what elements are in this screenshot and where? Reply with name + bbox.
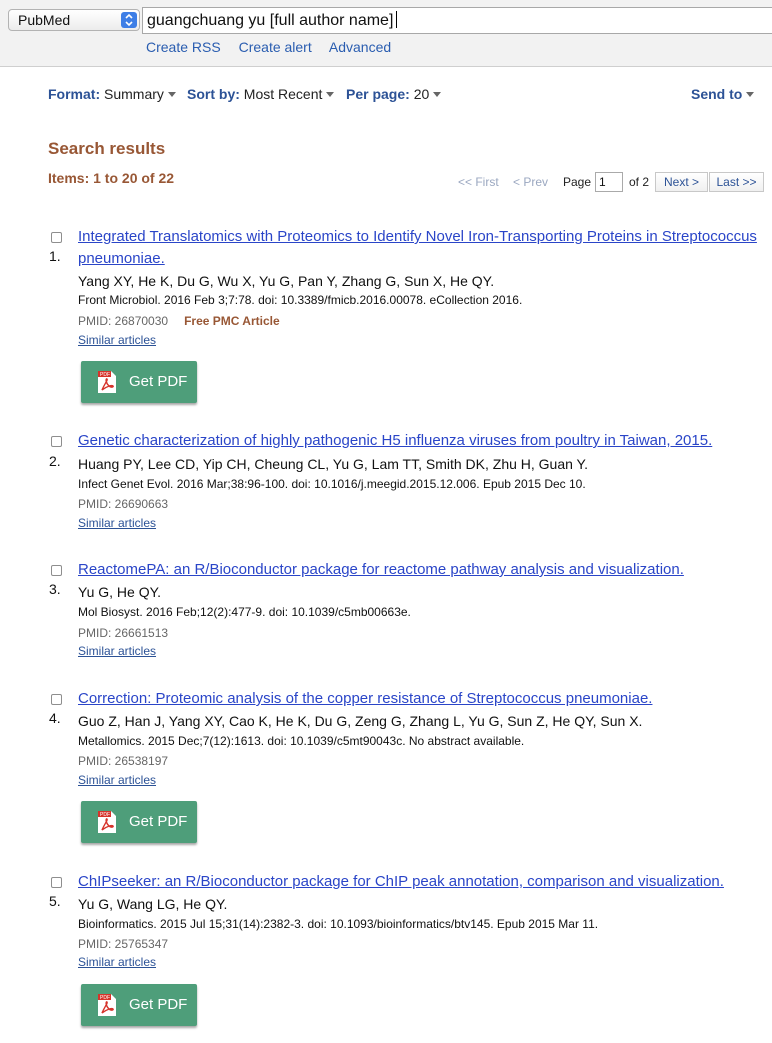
- similar-articles-link[interactable]: Similar articles: [78, 333, 156, 347]
- result-checkbox[interactable]: [51, 694, 62, 705]
- result-pmid-row: PMID: 26690663: [78, 497, 168, 511]
- advanced-search-link[interactable]: Advanced: [329, 39, 391, 55]
- per-page-dropdown[interactable]: Per page: 20: [346, 86, 442, 102]
- dropdown-triangle-icon: [326, 92, 335, 97]
- similar-articles-link[interactable]: Similar articles: [78, 773, 156, 787]
- result-title-link[interactable]: Genetic characterization of highly patho…: [78, 430, 763, 452]
- send-to-label: Send to: [691, 86, 743, 102]
- format-label: Format:: [48, 86, 101, 102]
- next-page-button[interactable]: Next >: [655, 172, 708, 192]
- result-authors: Yu G, Wang LG, He QY.: [78, 896, 228, 912]
- database-select[interactable]: PubMed: [8, 9, 140, 31]
- dropdown-triangle-icon: [433, 92, 442, 97]
- result-pmid: PMID: 25765347: [78, 937, 169, 951]
- result-pmid-row: PMID: 25765347: [78, 937, 168, 951]
- dropdown-triangle-icon: [746, 92, 755, 97]
- result-number: 3.: [49, 581, 61, 597]
- result-authors: Guo Z, Han J, Yang XY, Cao K, He K, Du G…: [78, 713, 643, 729]
- result-item: 4. Correction: Proteomic analysis of the…: [48, 690, 768, 850]
- result-citation: Mol Biosyst. 2016 Feb;12(2):477-9. doi: …: [78, 605, 411, 619]
- pdf-file-icon: PDF: [98, 371, 116, 393]
- result-item: 5. ChIPseeker: an R/Bioconductor package…: [48, 873, 768, 1033]
- per-page-value: 20: [413, 86, 430, 102]
- result-pmid: PMID: 26661513: [78, 626, 169, 640]
- first-page-link[interactable]: << First: [458, 172, 499, 192]
- result-checkbox[interactable]: [51, 436, 62, 447]
- page-label: Page: [563, 175, 592, 189]
- result-citation: Infect Genet Evol. 2016 Mar;38:96-100. d…: [78, 477, 586, 491]
- get-pdf-label: Get PDF: [129, 813, 188, 830]
- create-rss-link[interactable]: Create RSS: [146, 39, 221, 55]
- result-item: 2. Genetic characterization of highly pa…: [48, 432, 768, 532]
- dropdown-triangle-icon: [167, 92, 176, 97]
- result-authors: Yang XY, He K, Du G, Wu X, Yu G, Pan Y, …: [78, 273, 495, 289]
- result-citation: Bioinformatics. 2015 Jul 15;31(14):2382-…: [78, 917, 599, 931]
- search-bar: PubMed guangchuang yu [full author name]…: [0, 0, 772, 67]
- svg-text:PDF: PDF: [100, 372, 110, 378]
- similar-articles-link[interactable]: Similar articles: [78, 955, 156, 969]
- result-authors: Huang PY, Lee CD, Yip CH, Cheung CL, Yu …: [78, 456, 588, 472]
- send-to-dropdown[interactable]: Send to: [691, 86, 755, 102]
- text-caret: [396, 11, 398, 28]
- free-pmc-article-badge: Free PMC Article: [184, 314, 280, 328]
- page-number-input[interactable]: 1: [595, 172, 623, 192]
- sort-label: Sort by:: [187, 86, 240, 102]
- search-sublinks: Create RSS Create alert Advanced: [146, 39, 405, 55]
- format-value: Summary: [104, 86, 164, 102]
- pdf-file-icon: PDF: [98, 811, 116, 833]
- result-number: 5.: [49, 893, 61, 909]
- result-checkbox[interactable]: [51, 565, 62, 576]
- result-pmid-row: PMID: 26870030 Free PMC Article: [78, 314, 280, 328]
- result-pmid: PMID: 26538197: [78, 754, 169, 768]
- up-down-arrows-icon: [121, 12, 137, 28]
- sort-dropdown[interactable]: Sort by: Most Recent: [187, 86, 335, 102]
- get-pdf-button[interactable]: PDF Get PDF: [81, 984, 197, 1026]
- result-number: 1.: [49, 248, 61, 264]
- svg-text:PDF: PDF: [100, 995, 110, 1001]
- svg-text:PDF: PDF: [100, 812, 110, 818]
- search-query-text: guangchuang yu [full author name]: [147, 12, 394, 29]
- last-page-button[interactable]: Last >>: [709, 172, 764, 192]
- search-input[interactable]: guangchuang yu [full author name]: [142, 7, 772, 34]
- result-number: 4.: [49, 710, 61, 726]
- result-citation: Front Microbiol. 2016 Feb 3;7:78. doi: 1…: [78, 293, 523, 307]
- result-item: 1. Integrated Translatomics with Proteom…: [48, 228, 768, 408]
- per-page-label: Per page:: [346, 86, 410, 102]
- get-pdf-label: Get PDF: [129, 996, 188, 1013]
- create-alert-link[interactable]: Create alert: [239, 39, 312, 55]
- similar-articles-link[interactable]: Similar articles: [78, 516, 156, 530]
- result-title-link[interactable]: Integrated Translatomics with Proteomics…: [78, 226, 763, 270]
- result-pmid: PMID: 26690663: [78, 497, 169, 511]
- results-title: Search results: [48, 139, 166, 158]
- pdf-file-icon: PDF: [98, 994, 116, 1016]
- get-pdf-label: Get PDF: [129, 373, 188, 390]
- result-title-link[interactable]: Correction: Proteomic analysis of the co…: [78, 688, 763, 710]
- format-dropdown[interactable]: Format: Summary: [48, 86, 176, 102]
- result-pmid-row: PMID: 26661513: [78, 626, 168, 640]
- result-number: 2.: [49, 453, 61, 469]
- result-pmid-row: PMID: 26538197: [78, 754, 168, 768]
- result-title-link[interactable]: ReactomePA: an R/Bioconductor package fo…: [78, 559, 763, 581]
- similar-articles-link[interactable]: Similar articles: [78, 644, 156, 658]
- page-total-label: of 2: [629, 175, 650, 189]
- result-authors: Yu G, He QY.: [78, 584, 162, 600]
- result-item: 3. ReactomePA: an R/Bioconductor package…: [48, 561, 768, 661]
- database-select-label: PubMed: [18, 12, 71, 28]
- prev-page-link[interactable]: < Prev: [513, 172, 548, 192]
- result-title-link[interactable]: ChIPseeker: an R/Bioconductor package fo…: [78, 871, 763, 893]
- result-citation: Metallomics. 2015 Dec;7(12):1613. doi: 1…: [78, 734, 525, 748]
- items-count: Items: 1 to 20 of 22: [48, 170, 175, 186]
- result-checkbox[interactable]: [51, 877, 62, 888]
- get-pdf-button[interactable]: PDF Get PDF: [81, 361, 197, 403]
- result-checkbox[interactable]: [51, 232, 62, 243]
- result-pmid: PMID: 26870030: [78, 314, 169, 328]
- sort-value: Most Recent: [243, 86, 323, 102]
- get-pdf-button[interactable]: PDF Get PDF: [81, 801, 197, 843]
